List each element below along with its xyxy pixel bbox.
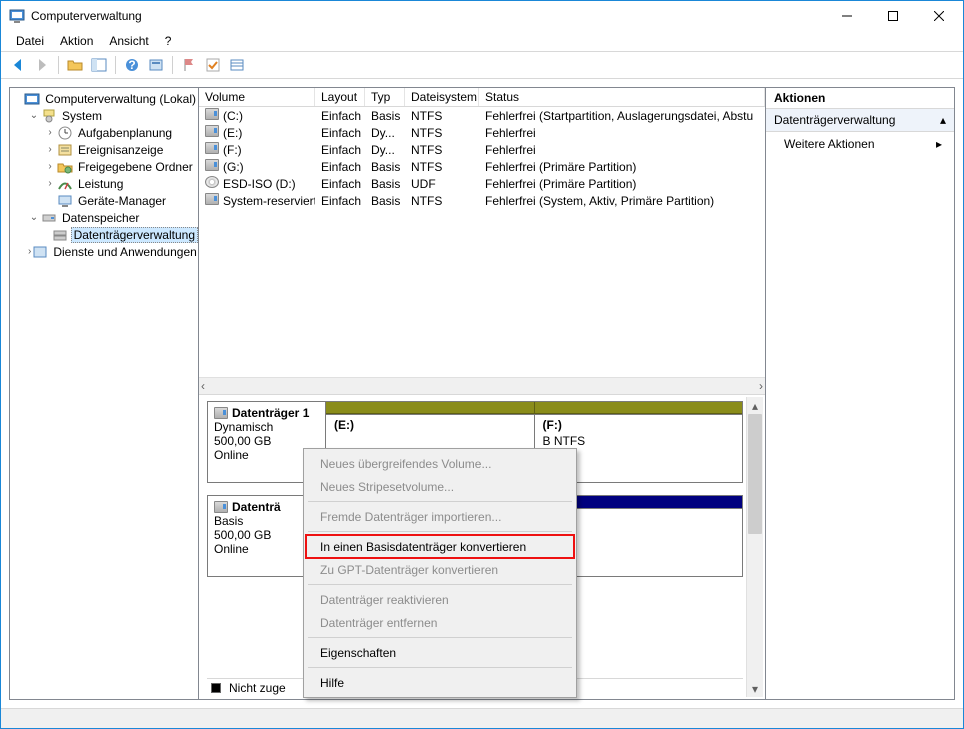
volume-row[interactable]: (F:)EinfachDy...NTFSFehlerfrei	[199, 141, 765, 158]
menubar: Datei Aktion Ansicht ?	[1, 31, 963, 51]
context-menu-item: Neues Stripesetvolume...	[306, 475, 574, 498]
context-menu-item: Datenträger entfernen	[306, 611, 574, 634]
col-layout[interactable]: Layout	[315, 88, 365, 106]
context-menu: Neues übergreifendes Volume...Neues Stri…	[303, 448, 577, 698]
volume-row[interactable]: System-reserviertEinfachBasisNTFSFehlerf…	[199, 192, 765, 209]
tree-datenspeicher[interactable]: ⌄Datenspeicher	[10, 209, 198, 226]
tree-geraete[interactable]: Geräte-Manager	[10, 192, 198, 209]
h-scrollbar[interactable]: ‹›	[199, 377, 765, 394]
volume-icon	[205, 176, 219, 188]
toolbar: ?	[1, 51, 963, 79]
volume-icon	[205, 193, 219, 205]
help-icon[interactable]: ?	[121, 54, 143, 76]
context-menu-item[interactable]: Hilfe	[306, 671, 574, 694]
actions-header: Aktionen	[766, 88, 954, 109]
tree-system[interactable]: ⌄System	[10, 107, 198, 124]
actions-section[interactable]: Datenträgerverwaltung ▴	[766, 109, 954, 132]
list-icon[interactable]	[226, 54, 248, 76]
svg-text:?: ?	[128, 58, 135, 72]
titlebar: Computerverwaltung	[1, 1, 963, 31]
tree-freigegebene[interactable]: ›Freigegebene Ordner	[10, 158, 198, 175]
minimize-button[interactable]	[824, 2, 870, 31]
col-status[interactable]: Status	[479, 88, 765, 106]
menu-aktion[interactable]: Aktion	[53, 32, 100, 50]
panel-icon[interactable]	[88, 54, 110, 76]
statusbar	[1, 708, 963, 728]
check-icon[interactable]	[202, 54, 224, 76]
col-volume[interactable]: Volume	[199, 88, 315, 106]
disk-icon	[214, 501, 228, 513]
context-menu-item: Fremde Datenträger importieren...	[306, 505, 574, 528]
volume-row[interactable]: (E:)EinfachDy...NTFSFehlerfrei	[199, 124, 765, 141]
context-menu-item: Datenträger reaktivieren	[306, 588, 574, 611]
actions-more[interactable]: Weitere Aktionen ▸	[766, 132, 954, 156]
settings-icon[interactable]	[145, 54, 167, 76]
menu-help[interactable]: ?	[158, 32, 179, 50]
menu-datei[interactable]: Datei	[9, 32, 51, 50]
window-title: Computerverwaltung	[31, 9, 824, 23]
tree-datentraegerverwaltung[interactable]: Datenträgerverwaltung	[10, 226, 198, 243]
chevron-right-icon: ▸	[936, 137, 942, 151]
volume-list[interactable]: (C:)EinfachBasisNTFSFehlerfrei (Startpar…	[199, 107, 765, 377]
flag-icon[interactable]	[178, 54, 200, 76]
col-fs[interactable]: Dateisystem	[405, 88, 479, 106]
back-button[interactable]	[7, 54, 29, 76]
context-menu-item[interactable]: Eigenschaften	[306, 641, 574, 664]
volume-icon	[205, 125, 219, 137]
app-icon	[9, 8, 25, 24]
tree-root[interactable]: Computerverwaltung (Lokal)	[10, 90, 198, 107]
context-menu-item: Zu GPT-Datenträger konvertieren	[306, 558, 574, 581]
volume-header: Volume Layout Typ Dateisystem Status	[199, 88, 765, 107]
folder-icon[interactable]	[64, 54, 86, 76]
volume-icon	[205, 159, 219, 171]
volume-row[interactable]: (G:)EinfachBasisNTFSFehlerfrei (Primäre …	[199, 158, 765, 175]
forward-button[interactable]	[31, 54, 53, 76]
context-menu-item[interactable]: In einen Basisdatenträger konvertieren	[306, 535, 574, 558]
context-menu-item: Neues übergreifendes Volume...	[306, 452, 574, 475]
tree-dienste[interactable]: ›Dienste und Anwendungen	[10, 243, 198, 260]
tree-pane: Computerverwaltung (Lokal) ⌄System ›Aufg…	[9, 87, 199, 700]
close-button[interactable]	[916, 2, 962, 31]
tree-aufgabenplanung[interactable]: ›Aufgabenplanung	[10, 124, 198, 141]
volume-icon	[205, 108, 219, 120]
disk-v-scrollbar[interactable]: ▴ ▾	[746, 397, 763, 697]
tree-ereignisanzeige[interactable]: ›Ereignisanzeige	[10, 141, 198, 158]
actions-pane: Aktionen Datenträgerverwaltung ▴ Weitere…	[765, 87, 955, 700]
volume-row[interactable]: ESD-ISO (D:)EinfachBasisUDFFehlerfrei (P…	[199, 175, 765, 192]
volume-row[interactable]: (C:)EinfachBasisNTFSFehlerfrei (Startpar…	[199, 107, 765, 124]
volume-icon	[205, 142, 219, 154]
legend-swatch-unallocated	[211, 683, 221, 693]
tree-leistung[interactable]: ›Leistung	[10, 175, 198, 192]
collapse-icon: ▴	[940, 113, 946, 127]
maximize-button[interactable]	[870, 2, 916, 31]
col-typ[interactable]: Typ	[365, 88, 405, 106]
disk-icon	[214, 407, 228, 419]
menu-ansicht[interactable]: Ansicht	[102, 32, 155, 50]
